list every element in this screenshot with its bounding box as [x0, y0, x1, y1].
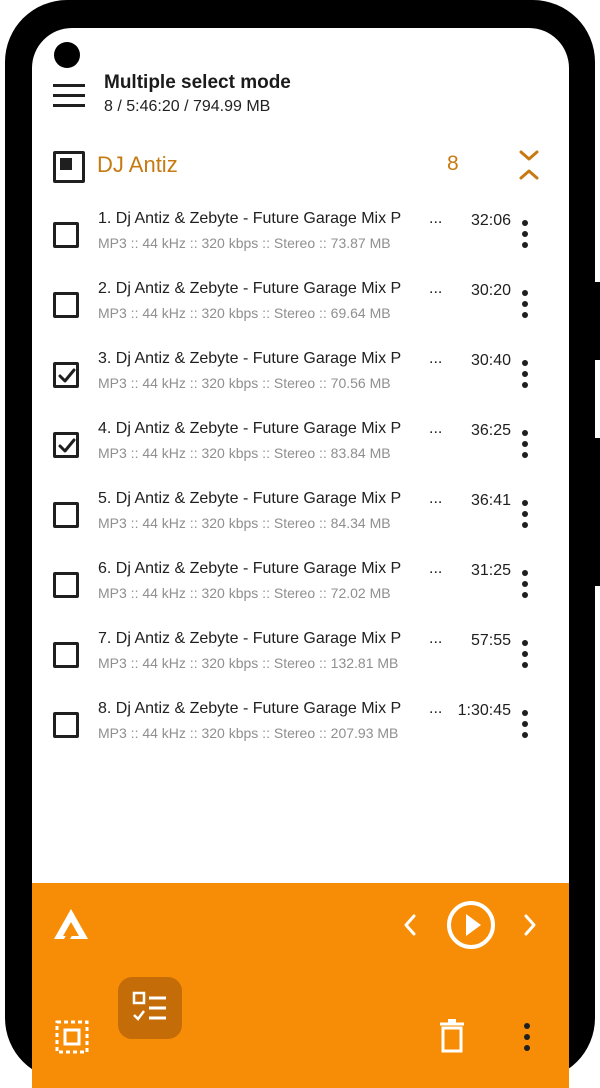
more-vertical-icon[interactable]: [520, 640, 530, 670]
title-ellipsis: ...: [429, 700, 443, 717]
track-row[interactable]: 3. Dj Antiz & Zebyte - Future Garage Mix…: [32, 342, 569, 412]
selection-summary: 8 / 5:46:20 / 794.99 MB: [104, 98, 271, 115]
more-vertical-icon[interactable]: [520, 290, 530, 320]
track-title: 6. Dj Antiz & Zebyte - Future Garage Mix…: [98, 560, 402, 577]
more-vertical-icon[interactable]: [520, 500, 530, 530]
aimp-logo-icon[interactable]: [52, 906, 90, 942]
checklist-icon: [132, 991, 166, 1021]
track-checkbox[interactable]: [53, 642, 79, 668]
track-meta: MP3 :: 44 kHz :: 320 kbps :: Stereo :: 1…: [98, 655, 399, 671]
track-title: 8. Dj Antiz & Zebyte - Future Garage Mix…: [98, 700, 402, 717]
app-screen: Multiple select mode 8 / 5:46:20 / 794.9…: [32, 28, 569, 1088]
track-checkbox[interactable]: [53, 712, 79, 738]
front-camera: [54, 42, 80, 68]
more-vertical-icon[interactable]: [520, 430, 530, 460]
track-duration: 30:20: [470, 282, 511, 299]
track-row[interactable]: 5. Dj Antiz & Zebyte - Future Garage Mix…: [32, 482, 569, 552]
title-ellipsis: ...: [429, 490, 443, 507]
volume-button: [594, 282, 600, 360]
track-meta: MP3 :: 44 kHz :: 320 kbps :: Stereo :: 8…: [98, 445, 391, 461]
group-select-checkbox[interactable]: [53, 151, 85, 183]
track-row[interactable]: 6. Dj Antiz & Zebyte - Future Garage Mix…: [32, 552, 569, 622]
bottom-action-bar: [32, 883, 569, 1088]
select-all-icon[interactable]: [55, 1020, 89, 1054]
more-vertical-icon[interactable]: [520, 220, 530, 250]
chevron-left-icon[interactable]: [402, 913, 418, 937]
title-ellipsis: ...: [429, 420, 443, 437]
track-title: 7. Dj Antiz & Zebyte - Future Garage Mix…: [98, 630, 402, 647]
track-row[interactable]: 4. Dj Antiz & Zebyte - Future Garage Mix…: [32, 412, 569, 482]
track-checkbox-checked[interactable]: [53, 432, 79, 458]
track-checkbox[interactable]: [53, 292, 79, 318]
chevron-right-icon[interactable]: [522, 913, 538, 937]
track-checkbox-checked[interactable]: [53, 362, 79, 388]
track-checkbox[interactable]: [53, 502, 79, 528]
track-title: 1. Dj Antiz & Zebyte - Future Garage Mix…: [98, 210, 402, 227]
title-ellipsis: ...: [429, 210, 443, 227]
track-duration: 36:41: [470, 492, 511, 509]
title-ellipsis: ...: [429, 560, 443, 577]
group-count: 8: [447, 152, 459, 175]
track-duration: 32:06: [470, 212, 511, 229]
title-ellipsis: ...: [429, 350, 443, 367]
track-duration: 36:25: [470, 422, 511, 439]
play-circle-icon[interactable]: [446, 900, 496, 950]
track-duration: 30:40: [470, 352, 511, 369]
track-meta: MP3 :: 44 kHz :: 320 kbps :: Stereo :: 7…: [98, 235, 391, 251]
bottom-more-icon[interactable]: [522, 1023, 532, 1053]
track-title: 2. Dj Antiz & Zebyte - Future Garage Mix…: [98, 280, 402, 297]
checkmark-icon: [58, 368, 76, 383]
collapse-expand-icon[interactable]: [518, 148, 540, 184]
track-duration: 1:30:45: [457, 702, 511, 719]
track-duration: 31:25: [470, 562, 511, 579]
checklist-mode-button[interactable]: [118, 977, 182, 1039]
title-ellipsis: ...: [429, 280, 443, 297]
page-title: Multiple select mode: [104, 72, 291, 93]
track-title: 5. Dj Antiz & Zebyte - Future Garage Mix…: [98, 490, 402, 507]
track-meta: MP3 :: 44 kHz :: 320 kbps :: Stereo :: 6…: [98, 305, 391, 321]
trash-icon[interactable]: [439, 1019, 465, 1053]
track-duration: 57:55: [470, 632, 511, 649]
more-vertical-icon[interactable]: [520, 570, 530, 600]
track-row[interactable]: 8. Dj Antiz & Zebyte - Future Garage Mix…: [32, 692, 569, 762]
track-title: 4. Dj Antiz & Zebyte - Future Garage Mix…: [98, 420, 402, 437]
track-meta: MP3 :: 44 kHz :: 320 kbps :: Stereo :: 7…: [98, 585, 391, 601]
track-checkbox[interactable]: [53, 572, 79, 598]
track-row[interactable]: 7. Dj Antiz & Zebyte - Future Garage Mix…: [32, 622, 569, 692]
more-vertical-icon[interactable]: [520, 360, 530, 390]
track-row[interactable]: 1. Dj Antiz & Zebyte - Future Garage Mix…: [32, 202, 569, 272]
group-name[interactable]: DJ Antiz: [97, 152, 178, 178]
track-row[interactable]: 2. Dj Antiz & Zebyte - Future Garage Mix…: [32, 272, 569, 342]
more-vertical-icon[interactable]: [520, 710, 530, 740]
track-meta: MP3 :: 44 kHz :: 320 kbps :: Stereo :: 8…: [98, 515, 391, 531]
track-checkbox[interactable]: [53, 222, 79, 248]
power-button: [594, 438, 600, 586]
title-ellipsis: ...: [429, 630, 443, 647]
track-title: 3. Dj Antiz & Zebyte - Future Garage Mix…: [98, 350, 402, 367]
hamburger-menu-icon[interactable]: [53, 84, 87, 110]
track-meta: MP3 :: 44 kHz :: 320 kbps :: Stereo :: 7…: [98, 375, 391, 391]
track-meta: MP3 :: 44 kHz :: 320 kbps :: Stereo :: 2…: [98, 725, 399, 741]
checkmark-icon: [58, 438, 76, 453]
